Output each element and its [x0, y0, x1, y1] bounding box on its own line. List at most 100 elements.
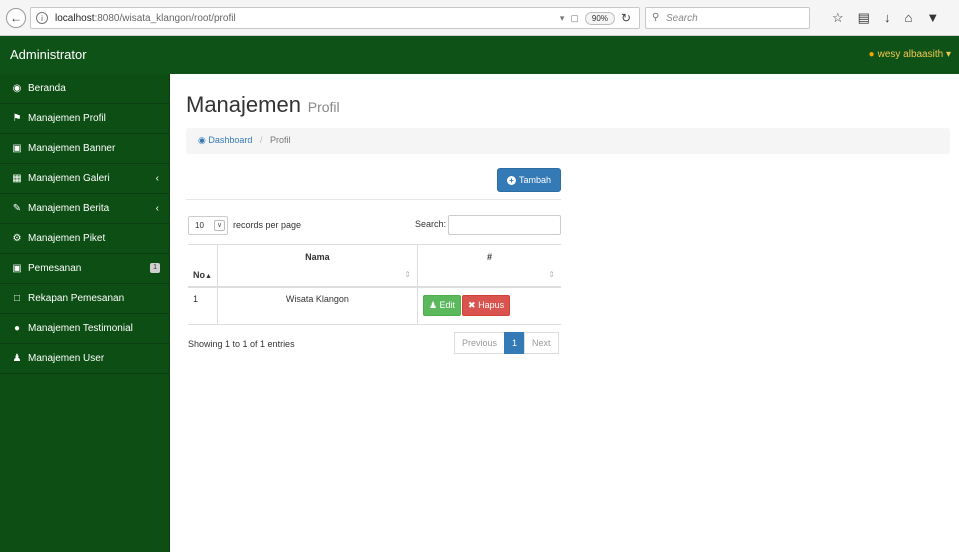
image-icon: ▦ [12, 173, 22, 184]
plus-circle-icon: + [506, 175, 516, 185]
user-icon: ♟ [428, 300, 438, 311]
caret-down-icon: ▾ [945, 49, 951, 60]
url-bar[interactable]: i localhost:8080/wisata_klangon/root/pro… [30, 7, 640, 29]
sidebar-item-label: Manajemen Testimonial [28, 323, 133, 334]
sidebar-item-rekapan[interactable]: □ Rekapan Pemesanan [0, 284, 169, 314]
column-header-label: No▲ [193, 269, 212, 280]
data-table: No▲ Nama ⇕ # ⇕ 1 Wisata Klangon ♟ Edit ✖ … [188, 244, 561, 325]
add-button[interactable]: + Tambah [497, 168, 561, 192]
user-icon: ● [868, 49, 875, 60]
divider [186, 199, 561, 200]
sidebar-item-galeri[interactable]: ▦ Manajemen Galeri ‹ [0, 164, 169, 194]
column-header-no[interactable]: No▲ [188, 244, 218, 288]
chevron-left-icon: ‹ [155, 203, 159, 214]
sidebar-item-label: Manajemen User [28, 353, 105, 364]
records-per-page-value: 10 [195, 221, 204, 230]
pocket-icon[interactable]: ▼ [926, 10, 939, 26]
file-icon: □ [13, 293, 21, 304]
zoom-level[interactable]: 90% [584, 11, 615, 25]
bookmark-star-icon[interactable]: ☆ [832, 10, 844, 26]
pagination-page-1[interactable]: 1 [504, 332, 526, 354]
url-path: :8080/wisata_klangon/root/profil [94, 13, 236, 24]
pencil-icon: ✎ [12, 203, 22, 214]
sidebar-item-banner[interactable]: ▣ Manajemen Banner [0, 134, 169, 164]
sidebar-item-label: Manajemen Profil [28, 113, 106, 124]
back-arrow-icon[interactable]: ← [6, 8, 26, 28]
breadcrumb: ◉ Dashboard / Profil [186, 128, 950, 154]
records-per-page-label: records per page [233, 220, 302, 230]
sidebar-item-label: Rekapan Pemesanan [28, 293, 125, 304]
delete-button[interactable]: ✖ Hapus [462, 295, 511, 317]
column-header-nama[interactable]: Nama ⇕ [216, 244, 418, 288]
page-subtitle: Profil [307, 99, 340, 115]
home-icon[interactable]: ⌂ [904, 10, 912, 26]
browser-search-input[interactable]: ⚲ Search [645, 7, 810, 29]
dashboard-icon: ◉ [12, 83, 22, 94]
sidebar-item-pemesanan[interactable]: ▣ Pemesanan 1 [0, 254, 169, 284]
comments-icon: ● [13, 323, 21, 334]
cell-nama: Wisata Klangon [216, 286, 418, 325]
browser-search-placeholder: Search [666, 13, 698, 24]
column-header-action[interactable]: # ⇕ [416, 244, 561, 288]
sidebar-item-label: Manajemen Banner [28, 143, 116, 154]
top-navbar: Administrator ● wesy albaasith ▾ [0, 36, 959, 74]
column-header-label: Nama [305, 252, 330, 262]
brand-title[interactable]: Administrator [10, 47, 87, 62]
url-bar-tools: ▾ ▢ 90% ↻ [560, 11, 631, 25]
info-icon[interactable]: i [36, 12, 48, 24]
pagination-next[interactable]: Next [524, 332, 559, 354]
sidebar-item-label: Manajemen Piket [28, 233, 106, 244]
table-search-label: Search: [415, 219, 447, 229]
page-title: Manajemen [186, 92, 301, 117]
dashboard-icon: ◉ [198, 135, 206, 145]
table-row: 1 Wisata Klangon ♟ Edit ✖ Hapus [188, 286, 561, 325]
search-icon: ⚲ [652, 12, 660, 23]
sidebar-item-testimonial[interactable]: ● Manajemen Testimonial [0, 314, 169, 344]
user-menu[interactable]: ● wesy albaasith ▾ [869, 49, 951, 60]
desktop-icon: ▣ [12, 143, 22, 154]
download-icon[interactable]: ↓ [884, 10, 891, 26]
reload-icon[interactable]: ↻ [621, 11, 631, 25]
notification-badge: 1 [150, 263, 160, 273]
sidebar-item-label: Manajemen Galeri [28, 173, 110, 184]
sidebar-item-label: Pemesanan [28, 263, 82, 274]
close-circle-icon: ✖ [468, 300, 476, 311]
page-header: Manajemen Profil [186, 92, 340, 118]
column-header-label: # [486, 252, 492, 262]
reading-list-icon[interactable]: ▤ [858, 10, 870, 26]
sidebar-item-profil[interactable]: ⚑ Manajemen Profil [0, 104, 169, 134]
breadcrumb-separator: / [259, 135, 263, 145]
sidebar-item-piket[interactable]: ⚙ Manajemen Piket [0, 224, 169, 254]
table-search-input[interactable] [448, 215, 561, 235]
cogs-icon: ⚙ [12, 233, 22, 244]
reader-view-icon[interactable]: ▢ [570, 13, 579, 24]
breadcrumb-home-link[interactable]: Dashboard [208, 135, 252, 145]
cart-icon: ▣ [12, 263, 22, 274]
breadcrumb-current: Profil [269, 135, 291, 145]
table-header-row: No▲ Nama ⇕ # ⇕ [188, 244, 561, 288]
sidebar-item-label: Beranda [28, 83, 66, 94]
add-button-label: Tambah [518, 175, 552, 185]
sidebar-item-beranda[interactable]: ◉ Beranda [0, 74, 169, 104]
cell-actions: ♟ Edit ✖ Hapus [416, 286, 561, 325]
sidebar-item-label: Manajemen Berita [28, 203, 110, 214]
dropdown-icon[interactable]: ▾ [560, 13, 565, 24]
sort-icon: ⇕ [548, 269, 555, 279]
pagination-previous[interactable]: Previous [454, 332, 506, 354]
users-icon: ♟ [12, 353, 22, 364]
sort-asc-icon: ▲ [205, 272, 212, 280]
url-text: localhost:8080/wisata_klangon/root/profi… [55, 13, 236, 24]
chevron-left-icon: ‹ [155, 173, 159, 184]
browser-toolbar: ← i localhost:8080/wisata_klangon/root/p… [0, 0, 959, 36]
pagination: Previous 1 Next [454, 332, 559, 354]
user-name: wesy albaasith [877, 49, 944, 60]
edit-button[interactable]: ♟ Edit [422, 295, 462, 317]
records-per-page-select[interactable]: 10 ∨ [188, 216, 228, 235]
table-info: Showing 1 to 1 of 1 entries [188, 339, 295, 349]
cell-no: 1 [188, 286, 218, 325]
sidebar: ◉ Beranda ⚑ Manajemen Profil ▣ Manajemen… [0, 74, 170, 552]
sidebar-item-berita[interactable]: ✎ Manajemen Berita ‹ [0, 194, 169, 224]
flag-icon: ⚑ [12, 113, 22, 124]
sidebar-item-user[interactable]: ♟ Manajemen User [0, 344, 169, 374]
sort-icon: ⇕ [404, 269, 411, 279]
